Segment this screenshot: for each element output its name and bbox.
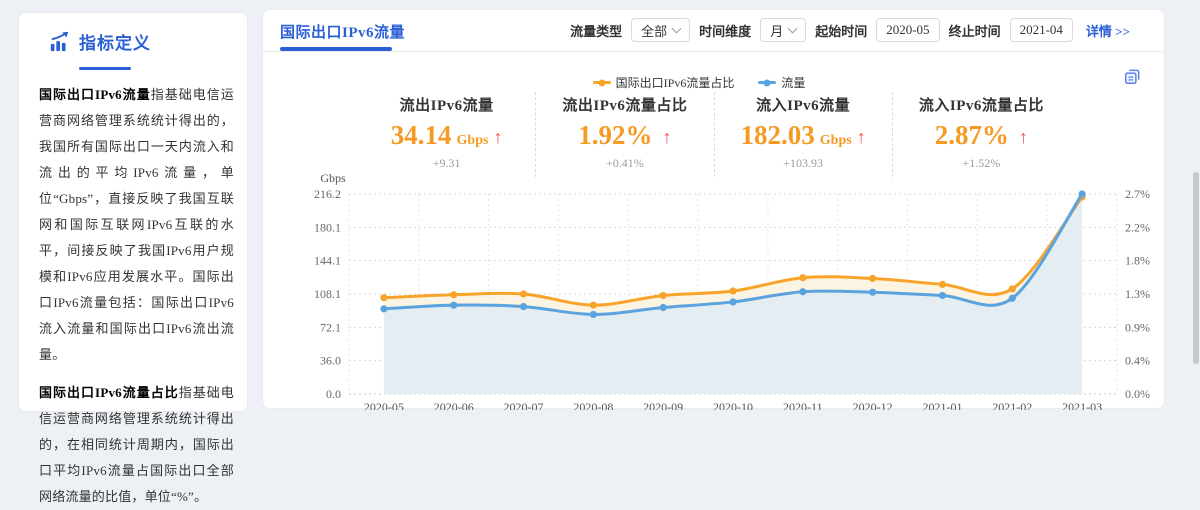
svg-text:2020-10: 2020-10 [713, 400, 753, 410]
definition-paragraph: 国际出口IPv6流量占比指基础电信运营商网络管理系统统计得出的，在相同统计周期内… [39, 380, 234, 510]
svg-text:0.0%: 0.0% [1125, 387, 1150, 401]
svg-text:144.1: 144.1 [314, 254, 341, 268]
svg-text:2020-11: 2020-11 [783, 400, 823, 410]
scrollbar-thumb[interactable] [1193, 172, 1199, 364]
svg-text:2021-03: 2021-03 [1062, 400, 1102, 410]
definition-body: 指基础电信运营商网络管理系统统计得出的，我国所有国际出口一天内流入和流出的平均I… [39, 87, 234, 362]
definition-paragraph: 国际出口IPv6流量指基础电信运营商网络管理系统统计得出的，我国所有国际出口一天… [39, 82, 234, 368]
indicator-definition-header: 指标定义 [49, 29, 234, 54]
svg-text:36.0: 36.0 [320, 354, 341, 368]
svg-text:2021-01: 2021-01 [922, 400, 962, 410]
definition-text: 国际出口IPv6流量指基础电信运营商网络管理系统统计得出的，我国所有国际出口一天… [39, 82, 234, 510]
svg-text:2.2%: 2.2% [1125, 220, 1150, 234]
svg-text:2020-12: 2020-12 [853, 400, 893, 410]
svg-text:2020-08: 2020-08 [573, 400, 613, 410]
svg-text:0.0: 0.0 [326, 387, 341, 401]
svg-text:108.1: 108.1 [314, 287, 341, 301]
svg-text:2021-02: 2021-02 [992, 400, 1032, 410]
svg-text:Gbps: Gbps [320, 171, 346, 185]
bar-chart-trend-icon [49, 31, 71, 53]
svg-text:2020-09: 2020-09 [643, 400, 683, 410]
svg-text:216.2: 216.2 [314, 187, 341, 201]
svg-text:0.9%: 0.9% [1125, 320, 1150, 334]
svg-text:180.1: 180.1 [314, 220, 341, 234]
title-underline [79, 67, 131, 70]
svg-text:1.8%: 1.8% [1125, 254, 1150, 268]
indicator-definition-panel: 指标定义 国际出口IPv6流量指基础电信运营商网络管理系统统计得出的，我国所有国… [18, 12, 248, 412]
svg-text:2020-07: 2020-07 [504, 400, 544, 410]
svg-text:2020-05: 2020-05 [364, 400, 404, 410]
definition-term: 国际出口IPv6流量 [39, 87, 151, 102]
definition-body: 指基础电信运营商网络管理系统统计得出的，在相同统计周期内，国际出口平均IPv6流… [39, 385, 234, 504]
ipv6-traffic-panel: 国际出口IPv6流量 流量类型 全部 时间维度 月 起始时间 2020-05 终… [262, 9, 1165, 409]
traffic-line-chart: 0.0 36.0 72.1 108.1 144.1 180.1 216.2 0.0% 0.4% 0… [263, 10, 1166, 410]
svg-text:2020-06: 2020-06 [434, 400, 474, 410]
svg-text:0.4%: 0.4% [1125, 354, 1150, 368]
definition-term: 国际出口IPv6流量占比 [39, 385, 179, 400]
svg-text:2.7%: 2.7% [1125, 187, 1150, 201]
sidebar-title: 指标定义 [79, 29, 151, 54]
svg-text:1.3%: 1.3% [1125, 287, 1150, 301]
svg-text:72.1: 72.1 [320, 320, 341, 334]
